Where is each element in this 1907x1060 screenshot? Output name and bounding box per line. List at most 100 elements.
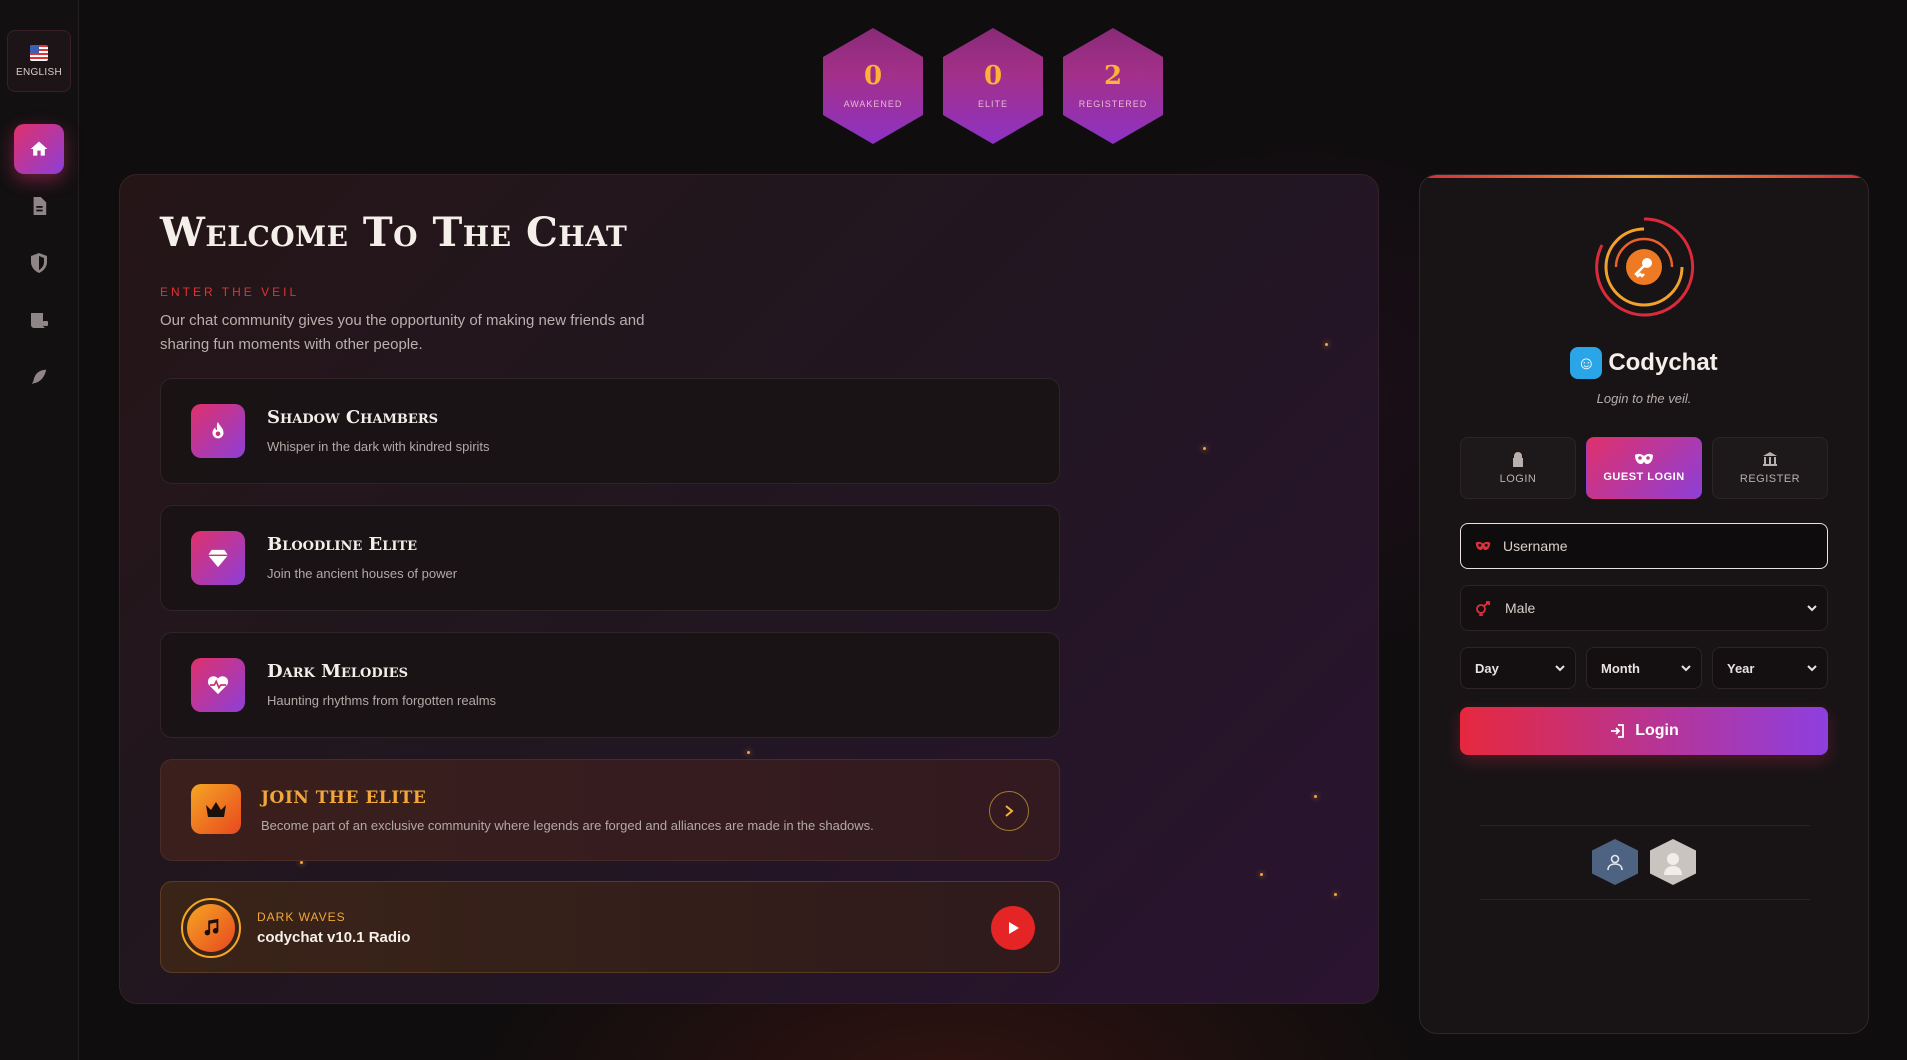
scroll-icon (31, 313, 48, 328)
month-value: Month (1601, 660, 1640, 676)
spark-decoration (1314, 795, 1317, 798)
lock-icon (1513, 452, 1523, 467)
card-description: Join the ancient houses of power (267, 566, 458, 581)
gender-icon (1475, 600, 1493, 616)
avatar[interactable] (1592, 839, 1638, 885)
avatar[interactable] (1650, 839, 1696, 885)
brand-name: Codychat (1608, 349, 1718, 376)
spark-decoration (1325, 343, 1328, 346)
tab-label: LOGIN (1499, 473, 1537, 485)
spark-decoration (1203, 447, 1206, 450)
card-description: Whisper in the dark with kindred spirits (267, 439, 490, 454)
spark-decoration (1260, 873, 1263, 876)
user-silhouette-icon (1664, 853, 1682, 875)
divider (1480, 825, 1810, 826)
stat-label: REGISTERED (1078, 99, 1148, 109)
document-icon (33, 197, 47, 215)
chevron-down-icon (1807, 605, 1817, 612)
stat-value: 2 (1103, 61, 1123, 91)
join-elite-card[interactable]: JOIN THE ELITE Become part of an exclusi… (160, 759, 1060, 861)
feature-card-shadow-chambers[interactable]: Shadow Chambers Whisper in the dark with… (160, 378, 1060, 484)
radio-icon-ring (181, 898, 241, 958)
year-select[interactable]: Year (1712, 647, 1828, 689)
gender-select[interactable]: Male (1460, 585, 1828, 631)
play-icon (1009, 922, 1019, 934)
chevron-down-icon (1681, 665, 1691, 672)
stats-row: 0 AWAKENED 0 ELITE 2 REGISTERED (823, 28, 1163, 144)
login-panel: ☺ Codychat Login to the veil. LOGIN GUES… (1419, 174, 1869, 1034)
username-input[interactable]: Username (1460, 523, 1828, 569)
chevron-down-icon (1807, 665, 1817, 672)
card-icon-box (191, 658, 245, 712)
language-label: ENGLISH (15, 66, 62, 78)
spark-decoration (747, 751, 750, 754)
birthdate-selects: Day Month Year (1460, 647, 1828, 689)
card-icon-box (191, 531, 245, 585)
sidebar: ENGLISH (0, 0, 79, 1060)
elite-icon-box (191, 784, 241, 834)
feather-icon (31, 369, 47, 385)
play-button[interactable] (991, 906, 1035, 950)
nav-home-button[interactable] (14, 124, 64, 174)
radio-player: DARK WAVES codychat v10.1 Radio (160, 881, 1060, 973)
page-subtitle: ENTER THE VEIL (160, 285, 300, 299)
stat-elite: 0 ELITE (943, 28, 1043, 144)
stat-value: 0 (983, 61, 1003, 91)
us-flag-icon (30, 44, 48, 61)
building-icon (1763, 452, 1777, 466)
card-title: Bloodline Elite (267, 534, 418, 555)
spark-decoration (1334, 893, 1337, 896)
nav-documents-button[interactable] (14, 181, 64, 231)
shield-icon (31, 253, 47, 273)
chevron-right-icon (1005, 805, 1014, 817)
fire-icon (212, 421, 224, 439)
codychat-logo-icon: ☺ (1570, 347, 1603, 379)
user-icon (1607, 854, 1623, 871)
mask-icon (1635, 453, 1653, 464)
card-icon-box (191, 404, 245, 458)
card-description: Haunting rhythms from forgotten realms (267, 693, 497, 708)
radio-station-name: codychat v10.1 Radio (257, 929, 411, 946)
page-title: Welcome To The Chat (160, 209, 628, 256)
elite-description: Become part of an exclusive community wh… (261, 818, 874, 833)
nav-feather-button[interactable] (14, 352, 64, 402)
diamond-icon (208, 549, 228, 568)
card-title: Shadow Chambers (267, 407, 439, 428)
nav-privacy-button[interactable] (14, 238, 64, 288)
avatar-row (1592, 839, 1696, 885)
login-submit-button[interactable]: Login (1460, 707, 1828, 755)
nav-rules-button[interactable] (14, 295, 64, 345)
radio-label: DARK WAVES (257, 910, 346, 924)
tab-guest-login[interactable]: GUEST LOGIN (1586, 437, 1702, 499)
intro-text: Our chat community gives you the opportu… (160, 312, 645, 353)
key-logo-icon (1595, 217, 1695, 317)
tab-register[interactable]: REGISTER (1712, 437, 1828, 499)
stat-label: ELITE (977, 99, 1008, 109)
card-title: Dark Melodies (267, 661, 409, 682)
stat-value: 0 (863, 61, 883, 91)
chevron-down-icon (1555, 665, 1565, 672)
stat-label: AWAKENED (843, 99, 903, 109)
login-tabs: LOGIN GUEST LOGIN REGISTER (1460, 437, 1828, 499)
elite-arrow-button[interactable] (989, 791, 1029, 831)
month-select[interactable]: Month (1586, 647, 1702, 689)
language-selector[interactable]: ENGLISH (7, 30, 71, 92)
feature-card-dark-melodies[interactable]: Dark Melodies Haunting rhythms from forg… (160, 632, 1060, 738)
login-button-label: Login (1635, 722, 1679, 739)
home-icon (30, 141, 48, 156)
day-select[interactable]: Day (1460, 647, 1576, 689)
stat-registered: 2 REGISTERED (1063, 28, 1163, 144)
tab-login[interactable]: LOGIN (1460, 437, 1576, 499)
gender-value: Male (1505, 600, 1536, 616)
music-note-icon (187, 904, 235, 952)
divider (1480, 899, 1810, 900)
spark-decoration (300, 861, 303, 864)
tab-label: GUEST LOGIN (1603, 471, 1685, 483)
welcome-panel: Welcome To The Chat ENTER THE VEIL Our c… (119, 174, 1379, 1004)
crown-icon (206, 802, 226, 817)
username-placeholder: Username (1503, 538, 1568, 554)
feature-card-bloodline-elite[interactable]: Bloodline Elite Join the ancient houses … (160, 505, 1060, 611)
sign-in-icon (1611, 724, 1625, 738)
heartbeat-icon (207, 676, 229, 695)
mask-icon (1475, 541, 1491, 551)
